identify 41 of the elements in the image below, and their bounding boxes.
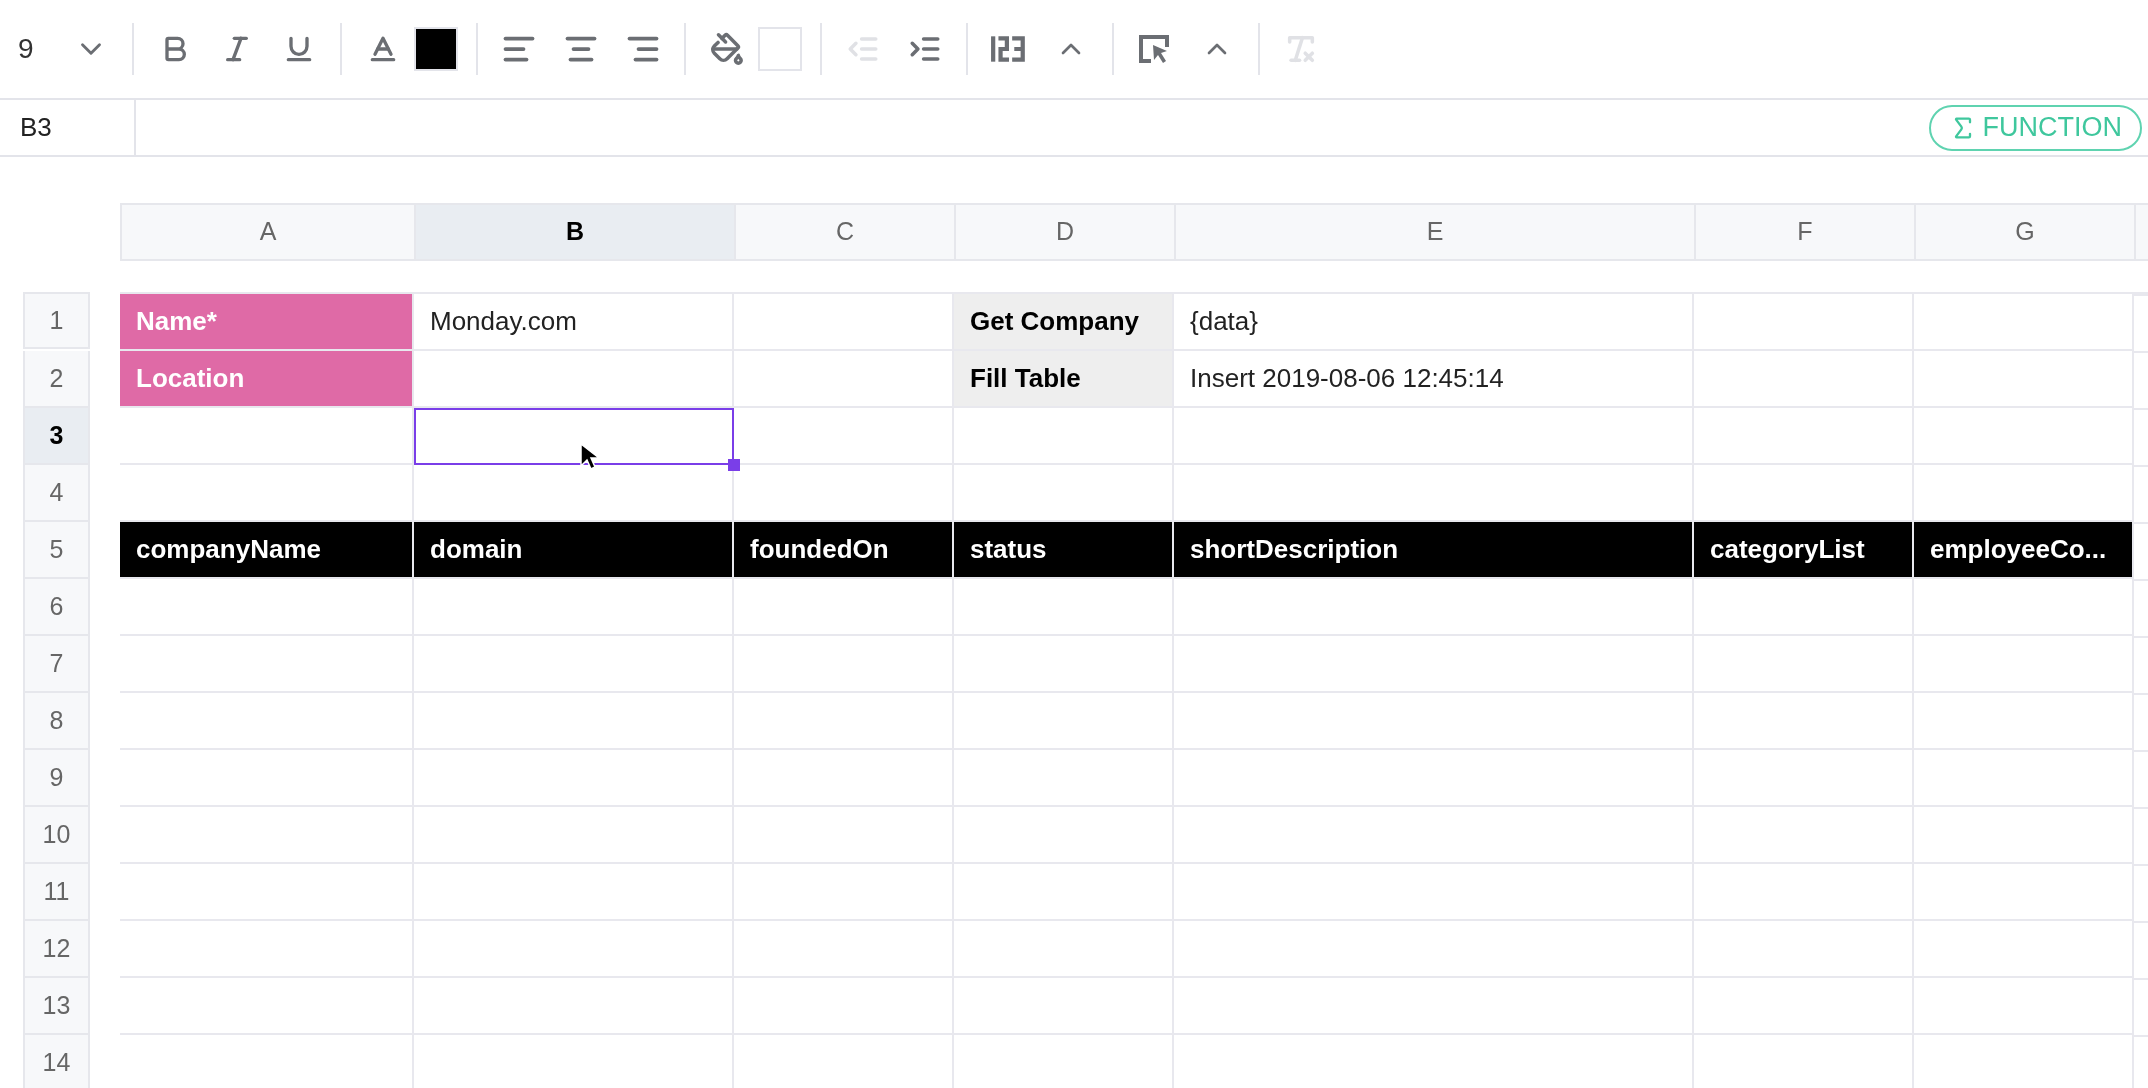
row-header[interactable]: 10 xyxy=(23,807,90,864)
table-cell: employeeCo... xyxy=(1914,522,2134,579)
table-cell: Monday.com xyxy=(414,294,734,351)
table-cell: companyName xyxy=(120,522,414,579)
table-cell: Insert 2019-08-06 12:45:14 xyxy=(1174,351,1694,408)
row-header[interactable]: 9 xyxy=(23,750,90,807)
table-cell: categoryList xyxy=(1694,522,1914,579)
cell-reference[interactable]: B3 xyxy=(0,100,136,155)
column-header[interactable]: D xyxy=(954,203,1174,261)
color-swatch[interactable] xyxy=(758,27,802,71)
row-header[interactable]: 3 xyxy=(23,408,90,465)
row-header[interactable]: 12 xyxy=(23,921,90,978)
row-header[interactable]: 8 xyxy=(23,693,90,750)
row-header[interactable]: 7 xyxy=(23,636,90,693)
column-header[interactable]: B xyxy=(414,203,734,261)
column-header[interactable]: C xyxy=(734,203,954,261)
table-cell: Fill Table xyxy=(954,351,1174,408)
row-header[interactable]: 4 xyxy=(23,465,90,522)
fill-handle[interactable] xyxy=(728,459,740,471)
font-size-value[interactable]: 9 xyxy=(0,28,60,70)
column-header[interactable]: E xyxy=(1174,203,1694,261)
row-header[interactable]: 14 xyxy=(23,1035,90,1088)
row-header[interactable]: 1 xyxy=(23,292,90,349)
row-header[interactable]: 13 xyxy=(23,978,90,1035)
table-cell: foundedOn xyxy=(734,522,954,579)
table-cell: Get Company xyxy=(954,294,1174,351)
column-header[interactable]: F xyxy=(1694,203,1914,261)
table-cell: {data} xyxy=(1174,294,1694,351)
column-header[interactable]: G xyxy=(1914,203,2134,261)
selected-cell[interactable] xyxy=(414,408,734,465)
row-header[interactable]: 5 xyxy=(23,522,90,579)
color-swatch[interactable] xyxy=(414,27,458,71)
table-cell: Name* xyxy=(120,294,414,351)
row-header[interactable]: 6 xyxy=(23,579,90,636)
row-header[interactable]: 11 xyxy=(23,864,90,921)
column-header[interactable]: A xyxy=(120,203,414,261)
table-cell: shortDescription xyxy=(1174,522,1694,579)
table-cell: status xyxy=(954,522,1174,579)
row-header[interactable]: 2 xyxy=(23,351,90,408)
table-cell: domain xyxy=(414,522,734,579)
table-cell: Location xyxy=(120,351,414,408)
